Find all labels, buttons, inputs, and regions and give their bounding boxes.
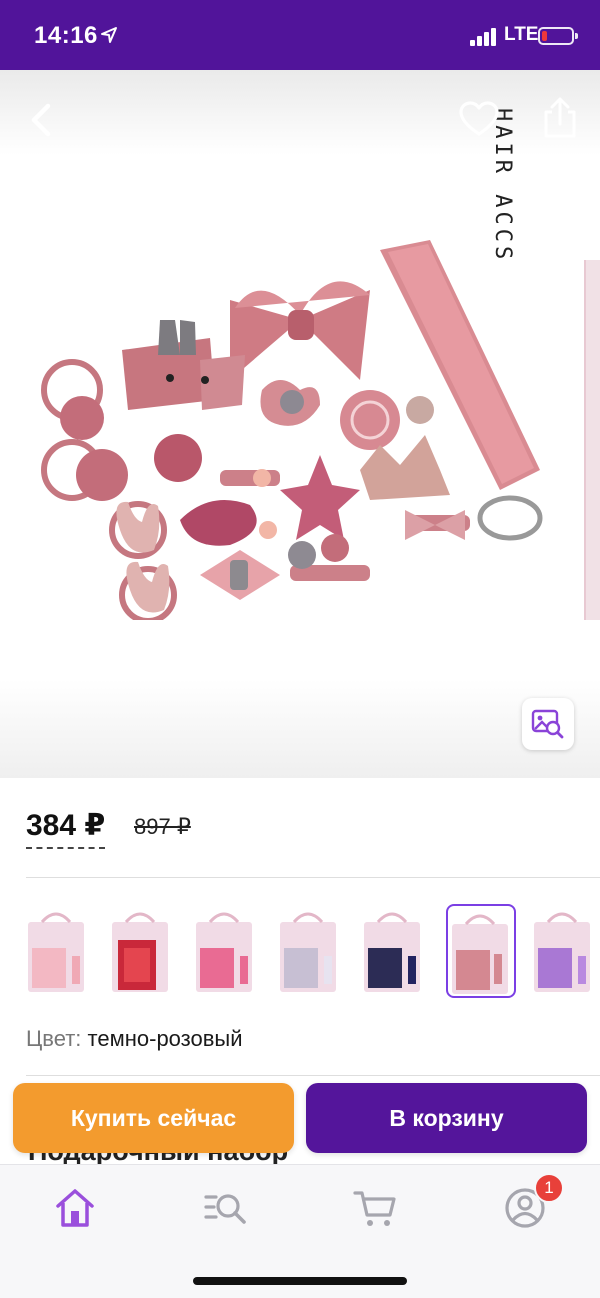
- back-arrow-icon[interactable]: [24, 100, 58, 140]
- home-icon[interactable]: [52, 1185, 98, 1231]
- status-time: 14:16: [34, 22, 98, 49]
- battery-icon: [538, 27, 578, 45]
- divider: [26, 877, 600, 878]
- price-section: 384 ₽ 897 ₽: [0, 778, 600, 878]
- variant-thumbnail-4[interactable]: [276, 904, 346, 998]
- profile-notification-badge: 1: [534, 1173, 564, 1203]
- next-image-preview[interactable]: [584, 260, 600, 620]
- variant-thumbnail-5[interactable]: [360, 904, 430, 998]
- divider: [26, 1075, 600, 1076]
- variant-thumbnail-1[interactable]: [24, 904, 94, 998]
- network-label: LTE: [504, 24, 539, 45]
- product-photo: [41, 240, 543, 620]
- variant-thumbnail-7[interactable]: [530, 904, 600, 998]
- catalog-search-icon[interactable]: [202, 1185, 248, 1231]
- heart-icon[interactable]: [458, 100, 500, 138]
- signal-icon: [470, 28, 498, 46]
- current-price[interactable]: 384 ₽: [26, 808, 106, 849]
- selected-color: Цвет: темно-розовый: [26, 1026, 243, 1052]
- variant-thumbnail-6-selected[interactable]: [446, 904, 516, 998]
- image-search-button[interactable]: [522, 698, 574, 750]
- variant-selector: [0, 900, 600, 1004]
- color-label: Цвет:: [26, 1026, 82, 1051]
- image-search-icon: [531, 709, 564, 739]
- variant-thumbnail-3[interactable]: [192, 904, 262, 998]
- old-price: 897 ₽: [134, 814, 191, 839]
- share-icon[interactable]: [540, 96, 580, 140]
- home-indicator[interactable]: [193, 1277, 407, 1285]
- buy-now-button[interactable]: Купить сейчас: [13, 1083, 294, 1153]
- cart-icon[interactable]: [352, 1185, 398, 1231]
- bottom-navigation: 1: [0, 1164, 600, 1298]
- color-value: темно-розовый: [87, 1026, 243, 1051]
- add-to-cart-button[interactable]: В корзину: [306, 1083, 587, 1153]
- status-bar: 14:16 LTE: [0, 0, 600, 70]
- variant-thumbnail-2[interactable]: [108, 904, 178, 998]
- product-image-gallery[interactable]: HAIR ACCS: [0, 70, 600, 778]
- location-arrow-icon: [101, 27, 117, 43]
